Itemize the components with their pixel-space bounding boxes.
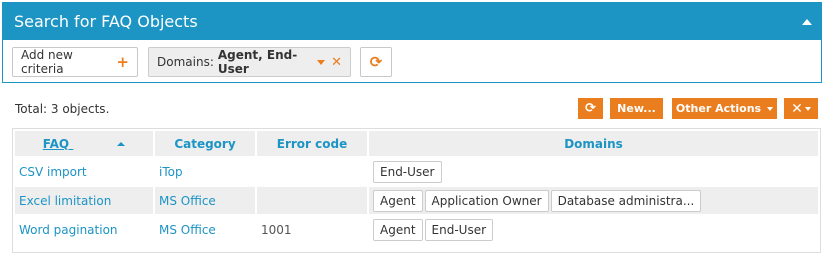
- new-button[interactable]: New...: [610, 98, 663, 119]
- refresh-icon: ⟳: [585, 101, 596, 116]
- error-code: [257, 187, 367, 214]
- refresh-icon: ⟳: [369, 53, 383, 71]
- other-actions-button[interactable]: Other Actions: [672, 98, 777, 119]
- domain-tag: Agent: [373, 218, 423, 241]
- faq-link[interactable]: CSV import: [15, 158, 153, 185]
- column-header-faq[interactable]: FAQ: [15, 131, 153, 156]
- domains-cell: End-User: [369, 158, 818, 185]
- search-title: Search for FAQ Objects: [14, 12, 198, 31]
- column-header-error-code[interactable]: Error code: [257, 131, 367, 156]
- collapse-icon[interactable]: [802, 19, 812, 25]
- domains-cell: Agent End-User: [369, 216, 818, 243]
- search-header: Search for FAQ Objects: [3, 3, 821, 40]
- tools-icon: ✕: [791, 100, 803, 117]
- plus-icon: +: [116, 53, 129, 71]
- caret-down-icon: [767, 106, 774, 111]
- domain-tag: End-User: [424, 218, 494, 241]
- category-link[interactable]: MS Office: [155, 216, 255, 243]
- total-count: Total: 3 objects.: [15, 102, 110, 116]
- table-row: Excel limitation MS Office Agent Applicat…: [15, 187, 818, 214]
- refresh-list-button[interactable]: ⟳: [578, 98, 603, 119]
- caret-down-icon: [804, 106, 811, 111]
- faq-link[interactable]: Excel limitation: [15, 187, 153, 214]
- refresh-search-button[interactable]: ⟳: [360, 47, 392, 77]
- category-link[interactable]: MS Office: [155, 187, 255, 214]
- other-actions-label: Other Actions: [675, 102, 762, 115]
- domain-tag: Database administra...: [550, 189, 702, 212]
- remove-icon[interactable]: ✕: [331, 55, 342, 70]
- domain-tag: Agent: [373, 189, 423, 212]
- column-header-category[interactable]: Category: [155, 131, 255, 156]
- tools-button[interactable]: ✕: [784, 98, 818, 119]
- search-panel: Search for FAQ Objects Add new criteria …: [2, 2, 822, 83]
- error-code: [257, 158, 367, 185]
- category-link[interactable]: iTop: [155, 158, 255, 185]
- domains-criteria-value: Agent, End-User: [217, 48, 298, 76]
- error-code: 1001: [257, 216, 367, 243]
- domain-tag: End-User: [373, 160, 442, 183]
- sort-ascending-icon: [117, 142, 126, 146]
- domains-cell: Agent Application Owner Database administr…: [369, 187, 818, 214]
- caret-down-icon[interactable]: [317, 59, 326, 65]
- criteria-row: Add new criteria + Domains: Agent, End-U…: [3, 40, 821, 83]
- table-row: Word pagination MS Office 1001 Agent End-…: [15, 216, 818, 243]
- table-row: CSV import iTop End-User: [15, 158, 818, 185]
- results-table: FAQ Category Error code Domains CSV impo…: [12, 128, 821, 253]
- faq-link[interactable]: Word pagination: [15, 216, 153, 243]
- domains-criteria[interactable]: Domains: Agent, End-User ✕: [148, 47, 351, 77]
- add-criteria-button[interactable]: Add new criteria +: [12, 47, 138, 77]
- domain-tag: Application Owner: [424, 189, 549, 212]
- domains-criteria-prefix: Domains:: [157, 55, 214, 69]
- new-button-label: New...: [617, 102, 656, 115]
- add-criteria-label: Add new criteria: [21, 48, 73, 76]
- column-header-domains[interactable]: Domains: [369, 131, 818, 156]
- column-header-faq-label: FAQ: [42, 136, 70, 151]
